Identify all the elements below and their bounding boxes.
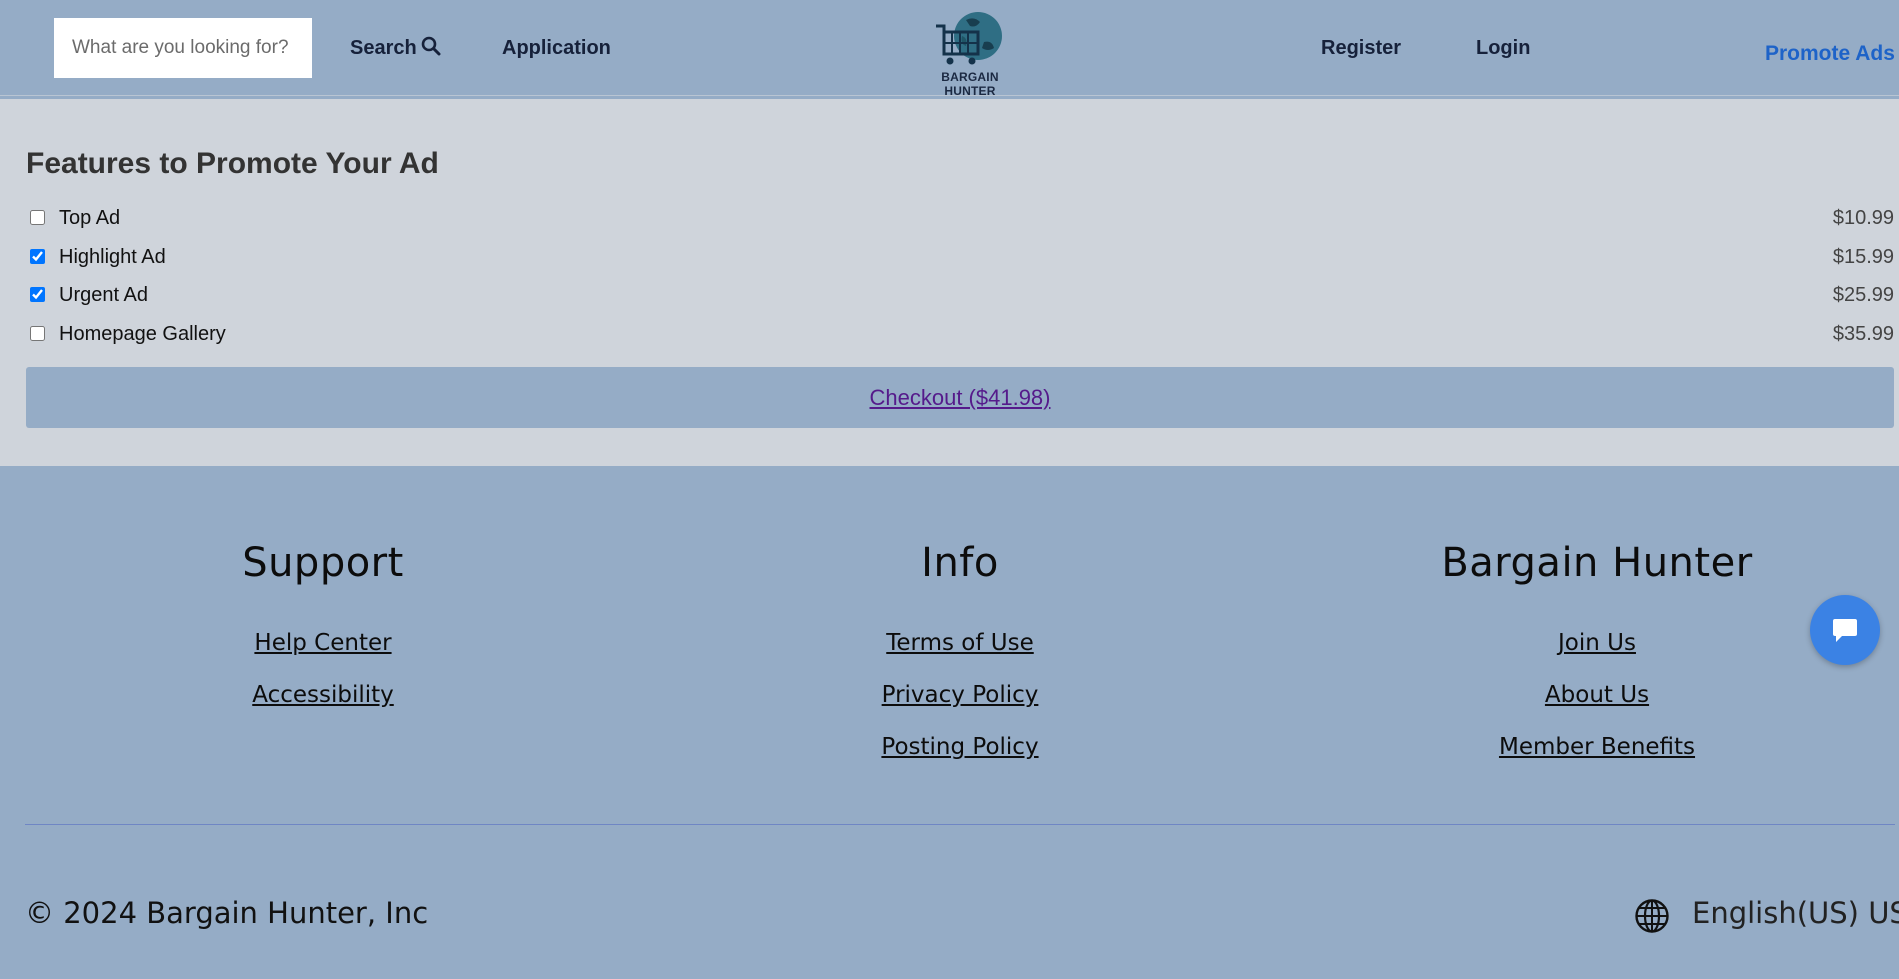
globe-icon[interactable] — [1634, 898, 1670, 934]
feature-row-urgent-ad: Urgent Ad $25.99 — [26, 280, 1894, 310]
privacy-policy-link[interactable]: Privacy Policy — [760, 682, 1160, 734]
checkout-button[interactable]: Checkout ($41.98) — [870, 385, 1051, 410]
feature-price: $35.99 — [1832, 323, 1894, 345]
logo-globe-cart-icon — [936, 12, 1002, 65]
feature-price: $10.99 — [1832, 207, 1894, 229]
feature-label: Urgent Ad — [59, 284, 148, 306]
search-button-label: Search — [350, 37, 417, 59]
footer-links: Join Us About Us Member Benefits — [1397, 630, 1797, 786]
chat-button[interactable] — [1810, 595, 1880, 665]
footer-links: Terms of Use Privacy Policy Posting Poli… — [760, 630, 1160, 786]
footer-heading-support: Support — [242, 540, 404, 586]
search-input[interactable] — [54, 18, 312, 78]
top-ad-checkbox[interactable] — [30, 210, 45, 225]
site-header: Search Application BARGAIN HUNTER Regist… — [0, 0, 1899, 98]
login-link[interactable]: Login — [1476, 36, 1530, 60]
highlight-ad-checkbox[interactable] — [30, 249, 45, 264]
urgent-ad-checkbox[interactable] — [30, 287, 45, 302]
feature-label: Top Ad — [59, 207, 121, 229]
footer-heading-brand: Bargain Hunter — [1441, 540, 1753, 586]
checkout-bar: Checkout ($41.98) — [26, 367, 1894, 428]
feature-row-top-ad: Top Ad $10.99 — [26, 203, 1894, 233]
feature-row-highlight-ad: Highlight Ad $15.99 — [26, 242, 1894, 272]
footer-brand-column: Bargain Hunter Join Us About Us Member B… — [1397, 540, 1797, 786]
feature-label: Highlight Ad — [59, 246, 166, 268]
terms-of-use-link[interactable]: Terms of Use — [760, 630, 1160, 682]
footer-heading-info: Info — [921, 540, 999, 586]
feature-row-homepage-gallery: Homepage Gallery $35.99 — [26, 319, 1894, 349]
application-link[interactable]: Application — [502, 36, 611, 60]
language-currency-selector[interactable]: English(US) US $ — [1692, 896, 1899, 930]
page-title: Features to Promote Your Ad — [26, 147, 439, 180]
promote-features-panel: Features to Promote Your Ad Top Ad $10.9… — [0, 99, 1899, 466]
chat-icon — [1833, 619, 1857, 642]
logo-text: BARGAIN HUNTER — [941, 70, 999, 98]
copyright-text: © 2024 Bargain Hunter, Inc — [25, 896, 429, 930]
footer-support-column: Support Help Center Accessibility — [123, 540, 523, 734]
search-button[interactable]: Search — [350, 36, 441, 60]
join-us-link[interactable]: Join Us — [1397, 630, 1797, 682]
register-link[interactable]: Register — [1321, 36, 1401, 60]
site-logo[interactable]: BARGAIN HUNTER — [914, 6, 1026, 98]
posting-policy-link[interactable]: Posting Policy — [760, 734, 1160, 786]
help-center-link[interactable]: Help Center — [123, 630, 523, 682]
feature-price: $25.99 — [1832, 284, 1894, 306]
accessibility-link[interactable]: Accessibility — [123, 682, 523, 734]
footer-links: Help Center Accessibility — [123, 630, 523, 734]
member-benefits-link[interactable]: Member Benefits — [1397, 734, 1797, 786]
footer-info-column: Info Terms of Use Privacy Policy Posting… — [760, 540, 1160, 786]
feature-label: Homepage Gallery — [59, 323, 226, 345]
footer-divider — [25, 824, 1895, 825]
about-us-link[interactable]: About Us — [1397, 682, 1797, 734]
homepage-gallery-checkbox[interactable] — [30, 326, 45, 341]
search-icon — [421, 36, 441, 56]
promote-ads-link[interactable]: Promote Ads — [1765, 42, 1895, 66]
feature-price: $15.99 — [1832, 246, 1894, 268]
